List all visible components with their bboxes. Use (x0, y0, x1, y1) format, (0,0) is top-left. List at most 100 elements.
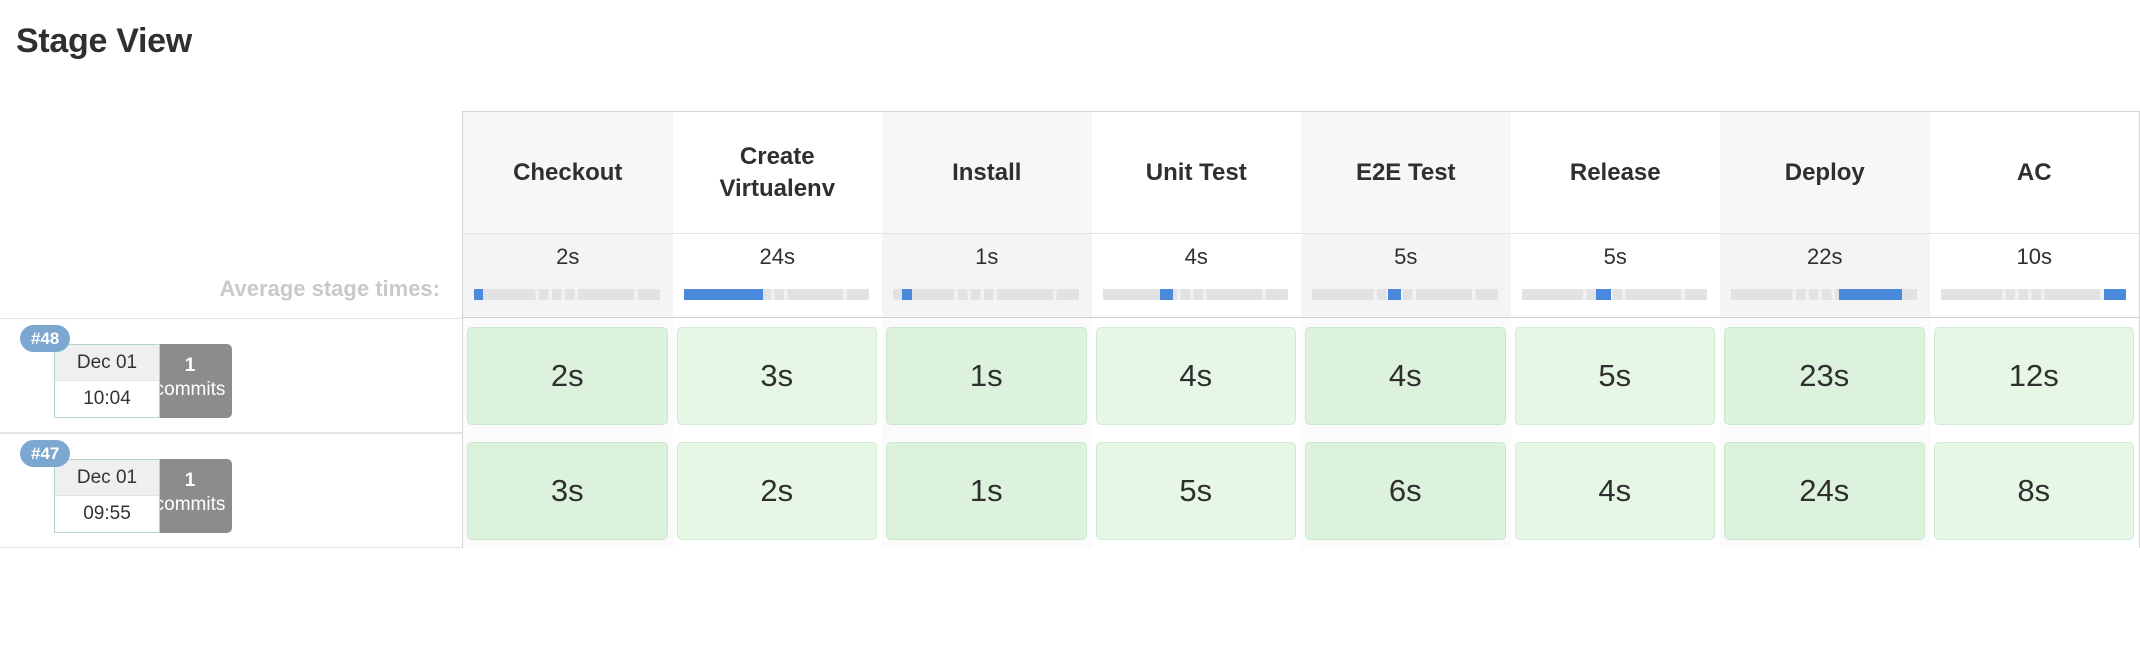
stage-result-create-virtualenv[interactable]: 3s (676, 327, 877, 425)
build-stage-cell[interactable]: 8s (1929, 433, 2139, 548)
build-commits-box[interactable]: 1 commits (148, 344, 232, 418)
build-header-47[interactable]: #47 Dec 01 09:55 1 commits (20, 440, 250, 544)
build-stage-cell[interactable]: 3s (672, 318, 882, 433)
average-time-install: 1s (975, 244, 999, 269)
build-stage-cell[interactable]: 4s (1091, 318, 1301, 433)
stage-header-label-unit-test: Unit Test (1091, 112, 1301, 233)
average-bar-track (893, 289, 1079, 300)
build-stage-cell[interactable]: 1s (882, 433, 1092, 548)
build-header-48[interactable]: #48 Dec 01 10:04 1 commits (20, 325, 250, 429)
average-gutter: Average stage times: (0, 234, 462, 318)
stage-result-create-virtualenv[interactable]: 2s (676, 442, 877, 540)
build-date: Dec 01 (55, 460, 159, 496)
average-bar-track (1940, 289, 2126, 300)
build-stage-cell[interactable]: 1s (882, 318, 1092, 433)
build-row[interactable]: #48 Dec 01 10:04 1 commits 2s 3s 1s 4s 4… (0, 318, 2140, 433)
stage-header-cell: Release (1510, 112, 1720, 233)
build-timestamp-box[interactable]: Dec 01 10:04 (54, 344, 160, 418)
stage-header-cell: Unit Test (1091, 112, 1301, 233)
stage-result-checkout[interactable]: 2s (467, 327, 668, 425)
build-stage-cell[interactable]: 5s (1091, 433, 1301, 548)
page-title: Stage View (16, 22, 192, 60)
average-time-ac: 10s (2016, 244, 2052, 269)
average-bar-fill (1595, 289, 1611, 300)
stage-header-row: Checkout Create Virtualenv Install Unit … (0, 111, 2140, 234)
build-commit-label: commits (154, 494, 226, 516)
average-stage-times-row: Average stage times: 2s 24s 1s 4s 5s 5s … (0, 234, 2140, 318)
stage-result-e2e-test[interactable]: 4s (1305, 327, 1506, 425)
stage-result-release[interactable]: 5s (1514, 327, 1715, 425)
average-time-release: 5s (1603, 244, 1627, 269)
stage-header-label-create-virtualenv: Create Virtualenv (672, 112, 882, 233)
average-time-checkout: 2s (556, 244, 580, 269)
stage-result-ac[interactable]: 12s (1933, 327, 2134, 425)
stage-header-label-e2e-test: E2E Test (1301, 112, 1511, 233)
average-bar-e2e-test (1312, 289, 1498, 300)
build-id-badge[interactable]: #48 (20, 325, 71, 352)
stage-result-unit-test[interactable]: 4s (1095, 327, 1296, 425)
average-cell: 2s (463, 234, 673, 317)
average-cell: 5s (1301, 234, 1511, 317)
build-commit-count: 1 (184, 470, 196, 491)
build-row[interactable]: #47 Dec 01 09:55 1 commits 3s 2s 1s 5s 6… (0, 433, 2140, 548)
average-bar-create-virtualenv (683, 289, 869, 300)
average-time-create-virtualenv: 24s (759, 244, 795, 269)
average-time-deploy: 22s (1807, 244, 1843, 269)
average-bar-fill (902, 289, 912, 300)
build-gutter: #47 Dec 01 09:55 1 commits (0, 433, 462, 548)
build-commit-label: commits (154, 379, 226, 401)
average-bar-fill (1838, 289, 1902, 300)
build-stage-cell[interactable]: 4s (1510, 433, 1720, 548)
stage-result-e2e-test[interactable]: 6s (1305, 442, 1506, 540)
stage-result-install[interactable]: 1s (886, 327, 1087, 425)
average-bar-unit-test (1102, 289, 1288, 300)
build-stage-cell[interactable]: 2s (672, 433, 882, 548)
build-stage-cells: 2s 3s 1s 4s 4s 5s 23s 12s (462, 318, 2140, 433)
average-cell: 22s (1720, 234, 1930, 317)
build-stage-cell[interactable]: 2s (463, 318, 673, 433)
stage-header-cell: Checkout (463, 112, 673, 233)
build-stage-cell[interactable]: 3s (463, 433, 673, 548)
stage-view-table: Checkout Create Virtualenv Install Unit … (0, 111, 2140, 548)
build-stage-cell[interactable]: 24s (1720, 433, 1930, 548)
stage-result-release[interactable]: 4s (1514, 442, 1715, 540)
build-stage-cell[interactable]: 4s (1301, 318, 1511, 433)
build-stage-cell[interactable]: 5s (1510, 318, 1720, 433)
stage-result-install[interactable]: 1s (886, 442, 1087, 540)
build-timestamp-box[interactable]: Dec 01 09:55 (54, 459, 160, 533)
stage-result-checkout[interactable]: 3s (467, 442, 668, 540)
stage-header-label-ac: AC (1929, 112, 2139, 233)
build-id-badge[interactable]: #47 (20, 440, 71, 467)
stage-header-label-checkout: Checkout (463, 112, 673, 233)
build-commits-box[interactable]: 1 commits (148, 459, 232, 533)
stage-header-cell: Install (882, 112, 1092, 233)
header-gutter (0, 111, 462, 234)
average-cell: 24s (672, 234, 882, 317)
average-bar-fill (1160, 289, 1173, 300)
average-cells: 2s 24s 1s 4s 5s 5s 22s 10s (462, 234, 2140, 318)
build-time: 09:55 (55, 496, 159, 532)
stage-header-cell: Deploy (1720, 112, 1930, 233)
stage-result-ac[interactable]: 8s (1933, 442, 2134, 540)
stage-header-label-install: Install (882, 112, 1092, 233)
build-stage-cell[interactable]: 6s (1301, 433, 1511, 548)
build-stage-cell[interactable]: 12s (1929, 318, 2139, 433)
average-bar-track (1312, 289, 1498, 300)
build-commit-count: 1 (184, 355, 196, 376)
average-cell: 10s (1929, 234, 2139, 317)
stage-result-unit-test[interactable]: 5s (1095, 442, 1296, 540)
build-gutter: #48 Dec 01 10:04 1 commits (0, 318, 462, 433)
average-stage-times-label: Average stage times: (219, 276, 440, 301)
average-bar-install (893, 289, 1079, 300)
average-bar-fill (474, 289, 484, 300)
average-bar-track (474, 289, 660, 300)
average-cell: 5s (1510, 234, 1720, 317)
stage-header-label-deploy: Deploy (1720, 112, 1930, 233)
average-bar-deploy (1731, 289, 1917, 300)
stage-result-deploy[interactable]: 24s (1724, 442, 1925, 540)
average-bar-ac (1940, 289, 2126, 300)
stage-result-deploy[interactable]: 23s (1724, 327, 1925, 425)
build-stage-cell[interactable]: 23s (1720, 318, 1930, 433)
stage-header-cell: AC (1929, 112, 2139, 233)
build-time: 10:04 (55, 381, 159, 417)
